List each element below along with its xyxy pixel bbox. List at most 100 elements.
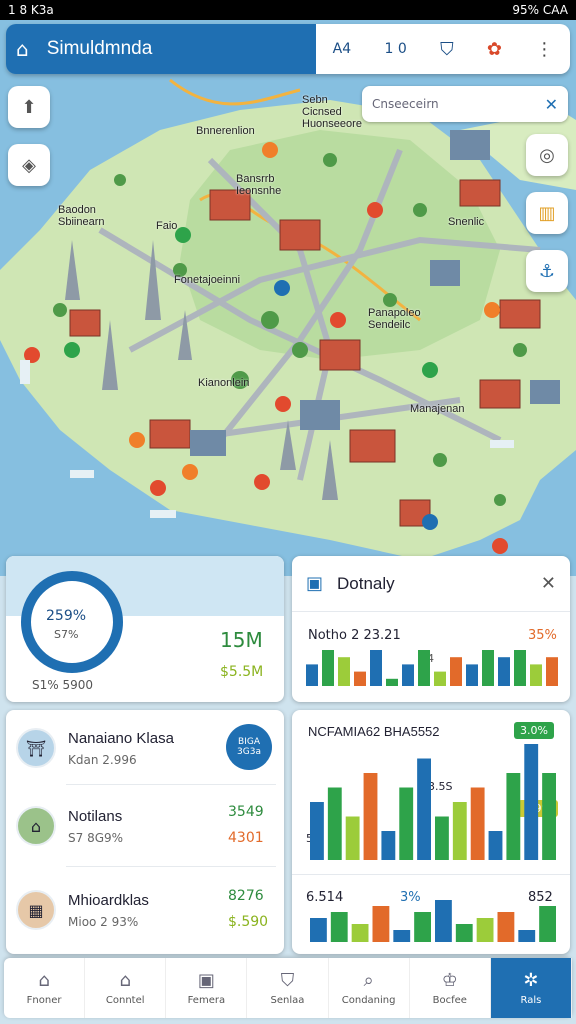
- list-badge: BIGA 3G3a: [226, 724, 272, 770]
- chart-bar: [306, 664, 318, 686]
- chart-bar: [370, 650, 382, 686]
- big-bar-chart: [310, 744, 556, 860]
- shield-icon[interactable]: ⛉: [440, 39, 454, 60]
- list-value-1: 8276: [228, 888, 264, 904]
- map-icon: ▥: [538, 202, 556, 224]
- big-chart-title: NCFAMIA62 BHA5552: [308, 724, 440, 739]
- house-icon: ⌂: [119, 970, 131, 991]
- trophy-icon: ♔: [441, 970, 458, 991]
- chart-bar: [372, 906, 390, 942]
- target-button[interactable]: ◎: [526, 134, 568, 176]
- nav-item[interactable]: ⌂ Fnoner: [4, 958, 86, 1018]
- shield-icon: ⛉: [280, 970, 295, 991]
- target-icon: ◎: [539, 144, 555, 166]
- chart-bar: [386, 678, 398, 686]
- map-label: Bnnerenlion: [196, 125, 255, 137]
- map-label: Snenlic: [448, 216, 485, 228]
- close-icon[interactable]: ✕: [545, 95, 558, 114]
- map-label: Faio: [156, 220, 178, 232]
- chart-bar: [476, 918, 494, 942]
- map-button[interactable]: ▥: [526, 192, 568, 234]
- map-label: Manajenan: [410, 403, 465, 415]
- chart-bar: [518, 930, 536, 942]
- map-label: Bansrrb Ieonsnhe: [236, 173, 282, 197]
- gift-icon[interactable]: ✿: [487, 39, 502, 60]
- tag-green: 3.0%: [514, 722, 554, 739]
- list-item-name: Notilans: [68, 807, 123, 825]
- chart-bar: [327, 787, 342, 860]
- detail-chart-label: Notho 2 23.21: [308, 628, 401, 643]
- nav-item[interactable]: ⛉ Senlaa: [247, 958, 329, 1018]
- list-item-sub: S7 8G9%: [68, 830, 124, 845]
- chart-bar: [470, 787, 485, 860]
- nav-label: Rals: [520, 995, 542, 1006]
- route-button[interactable]: ⚓: [526, 250, 568, 292]
- detail-chart-pct: 35%: [528, 628, 557, 643]
- chart-bar: [393, 930, 411, 942]
- bottom-nav: ⌂ Fnoner ⌂ Conntel ▣ Femera ⛉ Senlaa ⌕ Condan…: [4, 958, 572, 1018]
- chart-bar: [345, 816, 360, 860]
- locate-button[interactable]: ◈: [8, 144, 50, 186]
- building-icon: ▦: [16, 890, 56, 930]
- chart-bar: [452, 802, 467, 860]
- chart-bar: [417, 758, 431, 860]
- map-label: Sebn Cicnsed Huonseeore: [302, 94, 362, 130]
- nav-item[interactable]: ♔ Bocfee: [410, 958, 491, 1018]
- nav-item[interactable]: ▣ Femera: [166, 958, 248, 1018]
- chart-bar: [363, 773, 378, 860]
- nav-item-active[interactable]: ✲ Rals: [490, 958, 572, 1018]
- chart-bar: [514, 650, 526, 686]
- list-item[interactable]: ⌂ Notilans S7 8G9% 3549 4301: [6, 788, 284, 864]
- stats-big-value: 15M: [220, 628, 263, 652]
- navigate-button[interactable]: ⬆: [8, 86, 50, 128]
- app-title: Simuldmnda: [46, 38, 153, 59]
- gear-icon: ✲: [523, 970, 539, 991]
- nav-label: Fnoner: [26, 995, 62, 1006]
- card-icon: ▣: [197, 970, 215, 991]
- chart-bar: [322, 650, 334, 686]
- route-icon: ⚓: [538, 260, 556, 282]
- chart-bar: [435, 816, 449, 860]
- list-item[interactable]: ▦ Mhioardklas Mioo 2 93% 8276 $.590: [6, 872, 284, 948]
- list-item[interactable]: ⛩ Nanaiano Klasa Kdan 2.996 BIGA 3G3a: [6, 710, 284, 786]
- map-label: Baodon Sbiinearn: [58, 204, 105, 228]
- status-right: 95% CAA: [512, 3, 568, 17]
- chart-bar: [546, 657, 558, 686]
- close-icon[interactable]: ✕: [541, 573, 556, 594]
- chart-bar: [434, 671, 446, 686]
- mini-bar-chart: [310, 900, 556, 942]
- chart-bar: [524, 744, 539, 860]
- stats-sub: S7%: [54, 628, 79, 641]
- detail-card: ▣ Dotnaly ✕ Notho 2 23.21 35% S4: [292, 556, 570, 702]
- chart-bar: [498, 657, 510, 686]
- list-item-sub: Kdan 2.996: [68, 752, 137, 767]
- stats-small-value: $5.5M: [220, 664, 264, 680]
- list-item-name: Nanaiano Klasa: [68, 729, 174, 747]
- map-search[interactable]: Cnseeceirn ✕: [362, 86, 568, 122]
- stats-card: 259% S7% 15M $5.5M S1% 5900: [6, 556, 284, 702]
- chart-bar: [482, 650, 494, 686]
- chart-bar: [381, 831, 396, 860]
- chart-bar: [310, 802, 324, 860]
- search-text: Cnseeceirn: [372, 97, 439, 111]
- header-left: ⌂ Simuldmnda: [6, 24, 316, 74]
- chart-bar: [338, 657, 350, 686]
- detail-bar-chart: [306, 650, 558, 686]
- chart-bar: [414, 912, 431, 942]
- rank-label: A4: [332, 41, 352, 57]
- list-item-name: Mhioardklas: [68, 891, 149, 909]
- chart-bar: [402, 664, 414, 686]
- chart-bar: [488, 831, 503, 860]
- nav-item[interactable]: ⌕ Condaning: [329, 958, 410, 1018]
- stats-chart-card: NCFAMIA62 BHA5552 3.0% 5.9% 3.5S 5% 6.51…: [292, 710, 570, 954]
- nav-label: Bocfee: [432, 995, 467, 1006]
- chart-bar: [354, 671, 366, 686]
- nav-item[interactable]: ⌂ Conntel: [85, 958, 167, 1018]
- list-value-2: 4301: [228, 830, 264, 846]
- top-header: ⌂ Simuldmnda A4 1 0 ⛉ ✿ ⋮: [6, 24, 570, 74]
- box-icon: ▣: [306, 573, 324, 594]
- more-icon[interactable]: ⋮: [535, 39, 553, 60]
- city-icon: ⌂: [16, 806, 56, 846]
- map-label: Fonetajoeinni: [174, 274, 241, 286]
- home-icon[interactable]: ⌂: [16, 37, 29, 61]
